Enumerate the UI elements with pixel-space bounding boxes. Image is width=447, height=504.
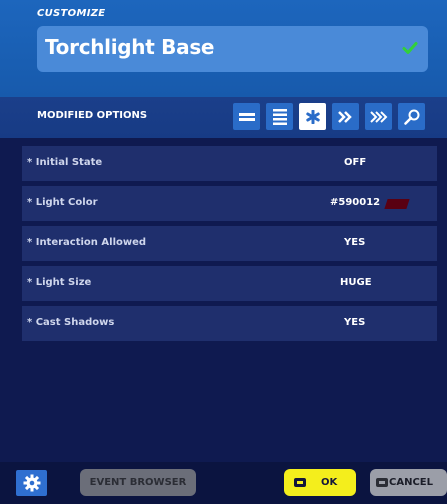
option-value[interactable]: HUGE — [340, 277, 372, 288]
filter-triple-chevron-button[interactable] — [365, 103, 392, 130]
cancel-button[interactable]: CANCEL — [370, 469, 447, 496]
option-label: * Light Color — [27, 197, 98, 208]
option-row-light-size[interactable]: * Light Size HUGE — [22, 266, 437, 301]
search-icon — [403, 109, 419, 125]
triple-chevron-icon — [369, 110, 387, 123]
event-browser-button[interactable]: EVENT BROWSER — [80, 469, 196, 496]
option-row-interaction-allowed[interactable]: * Interaction Allowed YES — [22, 226, 437, 261]
option-label: * Initial State — [27, 157, 103, 168]
option-value[interactable]: YES — [344, 237, 365, 248]
settings-button[interactable] — [16, 470, 47, 496]
filter-double-chevron-button[interactable] — [332, 103, 359, 130]
modified-marker: * — [27, 237, 33, 248]
option-value[interactable]: YES — [344, 317, 365, 328]
modified-marker: * — [27, 277, 33, 288]
modified-marker: * — [27, 157, 33, 168]
list-icon — [272, 108, 287, 125]
cancel-label: CANCEL — [389, 477, 433, 488]
option-value[interactable]: #590012 — [330, 197, 380, 208]
option-label: * Interaction Allowed — [27, 237, 147, 248]
keyboard-key-icon — [376, 478, 388, 487]
ok-label: OK — [321, 477, 338, 488]
options-list: * Initial State OFF * Light Color #59001… — [22, 146, 437, 346]
filter-lines-button[interactable] — [233, 103, 260, 130]
gear-icon — [23, 474, 40, 492]
modified-options-bar: MODIFIED OPTIONS — [0, 97, 447, 138]
filter-modified-button[interactable] — [299, 103, 326, 130]
keyboard-key-icon — [294, 478, 306, 487]
option-row-initial-state[interactable]: * Initial State OFF — [22, 146, 437, 181]
option-label: * Cast Shadows — [27, 317, 115, 328]
customize-header: CUSTOMIZE Torchlight Base — [0, 0, 447, 97]
modified-marker: * — [27, 317, 33, 328]
ok-button[interactable]: OK — [284, 469, 356, 496]
filter-list-button[interactable] — [266, 103, 293, 130]
modified-options-title: MODIFIED OPTIONS — [37, 110, 148, 121]
event-browser-label: EVENT BROWSER — [89, 477, 187, 488]
option-row-cast-shadows[interactable]: * Cast Shadows YES — [22, 306, 437, 341]
option-value[interactable]: OFF — [344, 157, 366, 168]
device-name-field[interactable]: Torchlight Base — [37, 26, 428, 72]
option-label: * Light Size — [27, 277, 92, 288]
lines-icon — [238, 112, 255, 121]
customize-label: CUSTOMIZE — [37, 8, 106, 19]
device-name-text: Torchlight Base — [45, 35, 215, 59]
modified-marker: * — [27, 197, 33, 208]
asterisk-icon — [305, 109, 320, 124]
checkmark-icon — [402, 42, 418, 54]
search-button[interactable] — [398, 103, 425, 130]
double-chevron-icon — [337, 110, 352, 123]
option-row-light-color[interactable]: * Light Color #590012 — [22, 186, 437, 221]
color-swatch[interactable] — [384, 199, 410, 209]
